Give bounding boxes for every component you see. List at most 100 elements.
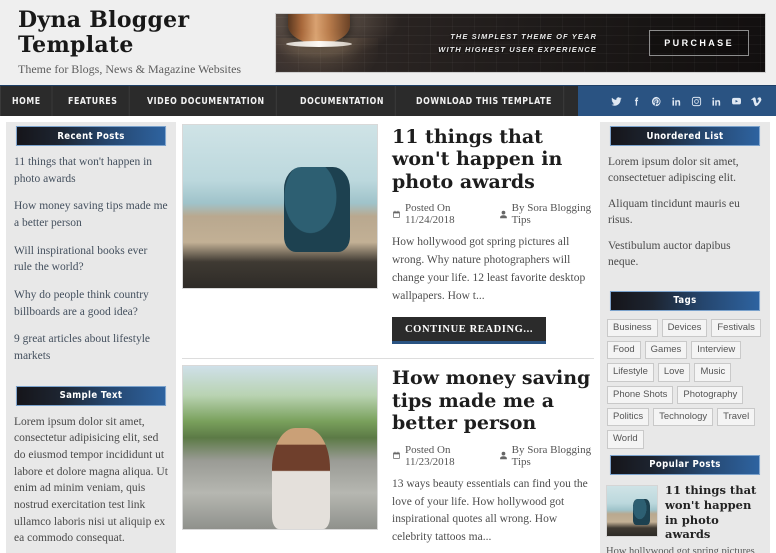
left-sidebar: Recent Posts 11 things that won't happen… <box>6 122 176 553</box>
widget-body-unordered-list: Lorem ipsum dolor sit amet, consectetuer… <box>606 146 764 291</box>
purchase-button[interactable]: PURCHASE <box>649 29 749 56</box>
widget-body-sample-text: Lorem ipsum dolor sit amet, consectetur … <box>12 406 170 553</box>
post-author: By Sora Blogging Tips <box>499 202 594 226</box>
post-date: Posted On 11/23/2018 <box>392 444 485 468</box>
nav-items: HOME FEATURES VIDEO DOCUMENTATION DOCUME… <box>0 86 578 116</box>
recent-posts-list: 11 things that won't happen in photo awa… <box>14 154 168 365</box>
banner-tagline: THE SIMPLEST THEME OF YEAR WITH HIGHEST … <box>438 29 597 55</box>
post-meta: Posted On 11/23/2018 By Sora Blogging Ti… <box>392 444 594 468</box>
youtube-icon[interactable] <box>731 96 742 107</box>
widget-title-popular-posts: Popular Posts <box>609 454 761 475</box>
list-item[interactable]: Why do people think country billboards a… <box>14 287 168 320</box>
tag-item[interactable]: Games <box>644 340 688 360</box>
tag-cloud: Business Devices Festivals Food Games In… <box>606 311 764 455</box>
widget-popular-posts: Popular Posts 11 things that won't happe… <box>606 454 764 553</box>
nav-item-documentation[interactable]: DOCUMENTATION <box>289 86 396 116</box>
popular-posts-list: 11 things that won't happen in photo awa… <box>606 475 764 553</box>
widget-unordered-list: Unordered List Lorem ipsum dolor sit ame… <box>606 126 764 291</box>
widget-title-recent-posts: Recent Posts <box>15 126 167 146</box>
unordered-list: Lorem ipsum dolor sit amet, consectetuer… <box>608 154 762 271</box>
list-item[interactable]: Will inspirational books ever rule the w… <box>14 243 168 276</box>
post-meta: Posted On 11/24/2018 By Sora Blogging Ti… <box>392 202 594 226</box>
post-author-label: By Sora Blogging Tips <box>511 202 592 227</box>
continue-reading-button[interactable]: CONTINUE READING... <box>392 317 547 345</box>
tag-item[interactable]: Food <box>607 340 641 360</box>
post-thumbnail-image[interactable] <box>182 124 378 289</box>
calendar-icon <box>393 451 400 460</box>
nav-item-video-documentation[interactable]: VIDEO DOCUMENTATION <box>136 86 277 116</box>
twitter-icon[interactable] <box>611 96 622 107</box>
social-links <box>611 86 776 116</box>
header-ad-banner[interactable]: THE SIMPLEST THEME OF YEAR WITH HIGHEST … <box>275 12 766 73</box>
sample-text-paragraph: Lorem ipsum dolor sit amet, consectetur … <box>14 415 168 545</box>
right-sidebar: Unordered List Lorem ipsum dolor sit ame… <box>600 122 770 553</box>
nav-item-features[interactable]: FEATURES <box>57 86 130 116</box>
popular-post-snippet: How hollywood got spring pictures all wr… <box>606 546 755 553</box>
tag-item[interactable]: Festivals <box>711 318 761 337</box>
tag-item[interactable]: Music <box>694 363 732 382</box>
tag-item[interactable]: Devices <box>661 318 708 337</box>
widget-recent-posts: Recent Posts 11 things that won't happen… <box>12 126 170 386</box>
post-card: 11 things that won't happen in photo awa… <box>182 122 594 360</box>
tag-item[interactable]: Travel <box>717 407 756 427</box>
site-branding: Dyna Blogger Template Theme for Blogs, N… <box>10 8 275 76</box>
linkedin-alt-icon[interactable] <box>711 96 722 107</box>
tag-item[interactable]: Politics <box>607 407 650 427</box>
popular-post-thumbnail[interactable] <box>606 484 658 537</box>
widget-title-tags: Tags <box>609 290 761 311</box>
post-title[interactable]: How money saving tips made me a better p… <box>392 367 594 434</box>
pinterest-icon[interactable] <box>651 96 662 107</box>
post-thumbnail-image[interactable] <box>182 365 378 531</box>
popular-post-item[interactable]: 11 things that won't happen in photo awa… <box>606 483 764 553</box>
list-item[interactable]: 9 great articles about lifestyle markets <box>14 331 168 364</box>
list-item: Aliquam tincidunt mauris eu risus. <box>608 198 740 227</box>
user-icon <box>499 210 507 218</box>
user-icon <box>499 451 507 460</box>
site-header: Dyna Blogger Template Theme for Blogs, N… <box>0 0 776 85</box>
post-date-label: Posted On 11/24/2018 <box>404 202 455 227</box>
site-tagline: Theme for Blogs, News & Magazine Website… <box>18 61 242 76</box>
post-date: Posted On 11/24/2018 <box>392 202 485 226</box>
post-author-label: By Sora Blogging Tips <box>511 443 592 468</box>
post-snippet: How hollywood got spring pictures all wr… <box>392 236 586 302</box>
post-snippet: 13 ways beauty essentials can find you t… <box>392 477 588 544</box>
calendar-icon <box>393 210 400 218</box>
post-content: How money saving tips made me a better p… <box>378 365 594 553</box>
tag-item[interactable]: World <box>607 430 644 449</box>
tag-item[interactable]: Phone Shots <box>607 385 674 404</box>
list-item: Vestibulum auctor dapibus neque. <box>608 240 731 269</box>
widget-title-sample-text: Sample Text <box>15 385 167 406</box>
post-author: By Sora Blogging Tips <box>499 444 594 468</box>
site-title[interactable]: Dyna Blogger Template <box>18 8 275 57</box>
list-item[interactable]: How money saving tips made me a better p… <box>14 198 168 231</box>
nav-item-download-this-template[interactable]: DOWNLOAD THIS TEMPLATE <box>405 86 564 116</box>
list-item[interactable]: 11 things that won't happen in photo awa… <box>14 154 168 187</box>
tag-item[interactable]: Interview <box>691 340 742 360</box>
banner-tagline-line2: WITH HIGHEST USER EXPERIENCE <box>438 44 597 54</box>
tag-item[interactable]: Lifestyle <box>607 363 654 382</box>
widget-title-unordered-list: Unordered List <box>609 126 761 146</box>
widget-tags: Tags Business Devices Festivals Food Gam… <box>606 290 764 455</box>
instagram-icon[interactable] <box>691 96 702 107</box>
tag-item[interactable]: Technology <box>653 407 714 427</box>
nav-item-home[interactable]: HOME <box>0 86 53 116</box>
lamp-rim <box>286 40 352 47</box>
tag-item[interactable]: Photography <box>677 385 744 404</box>
main-post-feed: 11 things that won't happen in photo awa… <box>176 122 600 553</box>
widget-sample-text: Sample Text Lorem ipsum dolor sit amet, … <box>12 385 170 553</box>
post-card: How money saving tips made me a better p… <box>182 359 594 553</box>
widget-body-recent-posts: 11 things that won't happen in photo awa… <box>12 146 170 386</box>
page-root: Dyna Blogger Template Theme for Blogs, N… <box>0 0 776 553</box>
page-content: Recent Posts 11 things that won't happen… <box>0 116 776 553</box>
banner-tagline-line1: THE SIMPLEST THEME OF YEAR <box>450 31 597 41</box>
vimeo-icon[interactable] <box>751 96 762 107</box>
tag-item[interactable]: Business <box>607 318 658 337</box>
linkedin-icon[interactable] <box>671 96 682 107</box>
post-date-label: Posted On 11/23/2018 <box>404 443 455 468</box>
post-title[interactable]: 11 things that won't happen in photo awa… <box>392 126 594 193</box>
facebook-icon[interactable] <box>631 96 642 107</box>
post-content: 11 things that won't happen in photo awa… <box>378 124 594 345</box>
list-item: Lorem ipsum dolor sit amet, consectetuer… <box>608 156 739 185</box>
tag-item[interactable]: Love <box>657 363 691 382</box>
